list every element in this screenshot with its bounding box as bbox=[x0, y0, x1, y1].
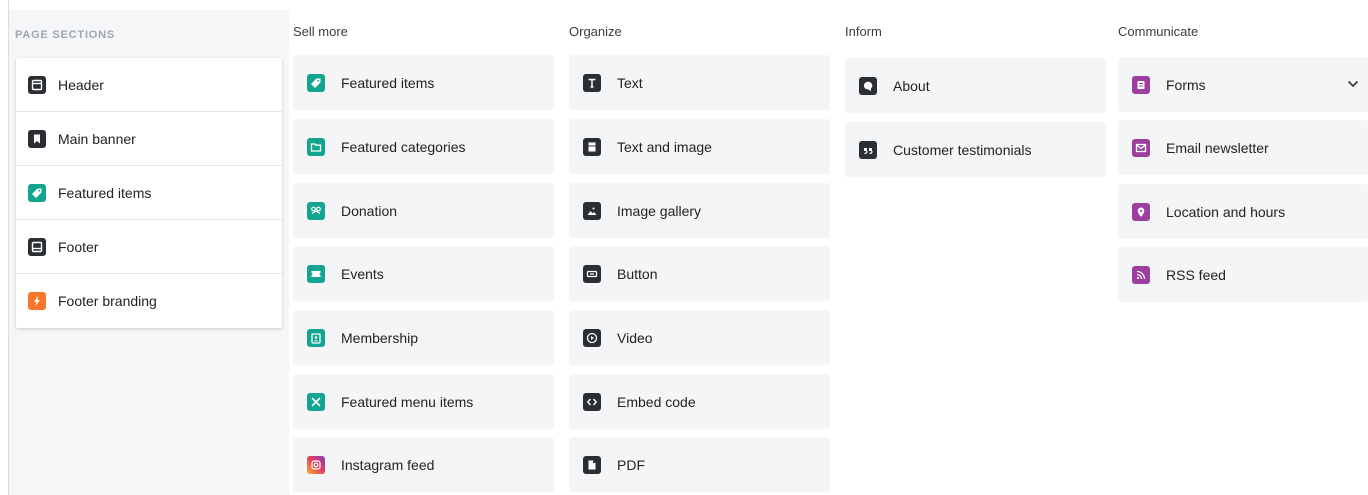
play-icon bbox=[583, 328, 601, 347]
text-icon bbox=[583, 73, 601, 92]
tile-forms[interactable]: Forms bbox=[1118, 57, 1368, 112]
section-item-label: Featured items bbox=[58, 184, 152, 201]
tile-email-newsletter[interactable]: Email newsletter bbox=[1118, 120, 1368, 175]
tile-featured-categories[interactable]: Featured categories bbox=[293, 119, 554, 174]
column-title-organize: Organize bbox=[569, 24, 622, 39]
tag-icon bbox=[307, 73, 325, 92]
tile-label: Email newsletter bbox=[1166, 139, 1269, 156]
button-icon bbox=[583, 264, 601, 283]
tile-label: Location and hours bbox=[1166, 203, 1286, 220]
column-title-communicate: Communicate bbox=[1118, 24, 1199, 39]
tile-location-and-hours[interactable]: Location and hours bbox=[1118, 184, 1368, 239]
donation-icon bbox=[307, 201, 325, 220]
tile-label: Button bbox=[617, 265, 658, 282]
tile-label: Customer testimonials bbox=[893, 141, 1032, 158]
tile-label: Video bbox=[617, 329, 653, 346]
code-icon bbox=[583, 392, 601, 411]
tile-featured-items[interactable]: Featured items bbox=[293, 55, 554, 110]
mail-icon bbox=[1132, 138, 1150, 157]
section-item-label: Header bbox=[58, 76, 104, 93]
tile-membership[interactable]: Membership bbox=[293, 310, 554, 365]
tile-label: Featured categories bbox=[341, 138, 466, 155]
page-sections-heading: PAGE SECTIONS bbox=[15, 29, 116, 41]
tile-featured-menu-items[interactable]: Featured menu items bbox=[293, 374, 554, 429]
tile-label: Embed code bbox=[617, 393, 696, 410]
header-icon bbox=[28, 75, 46, 94]
tile-video[interactable]: Video bbox=[569, 310, 830, 365]
column-title-sell-more: Sell more bbox=[293, 24, 348, 39]
tile-donation[interactable]: Donation bbox=[293, 183, 554, 238]
tile-label: Forms bbox=[1166, 76, 1206, 93]
image-icon bbox=[583, 201, 601, 220]
section-item-featured-items[interactable]: Featured items bbox=[16, 166, 282, 220]
tile-button[interactable]: Button bbox=[569, 246, 830, 301]
page-sections-panel: PAGE SECTIONS Header Main banner Feature… bbox=[9, 10, 289, 495]
tile-label: RSS feed bbox=[1166, 266, 1226, 283]
section-item-header[interactable]: Header bbox=[16, 58, 282, 112]
section-item-footer-branding[interactable]: Footer branding bbox=[16, 274, 282, 328]
tile-label: Image gallery bbox=[617, 202, 702, 219]
tile-label: Membership bbox=[341, 329, 419, 346]
tile-label: Instagram feed bbox=[341, 456, 435, 473]
tile-about[interactable]: About bbox=[845, 58, 1106, 113]
tile-label: Featured menu items bbox=[341, 393, 474, 410]
tile-instagram-feed[interactable]: Instagram feed bbox=[293, 437, 554, 492]
section-item-footer[interactable]: Footer bbox=[16, 220, 282, 274]
tile-pdf[interactable]: PDF bbox=[569, 437, 830, 492]
tile-customer-testimonials[interactable]: Customer testimonials bbox=[845, 122, 1106, 177]
tile-label: Text bbox=[617, 74, 643, 91]
quote-icon bbox=[859, 140, 877, 159]
column-title-inform: Inform bbox=[845, 24, 882, 39]
ticket-icon bbox=[307, 264, 325, 283]
text-image-icon bbox=[583, 137, 601, 156]
bookmark-icon bbox=[28, 129, 46, 148]
utensils-icon bbox=[307, 392, 325, 411]
tile-label: Donation bbox=[341, 202, 398, 219]
lightning-icon bbox=[28, 292, 46, 310]
section-item-label: Footer branding bbox=[58, 293, 157, 309]
tile-label: Text and image bbox=[617, 138, 712, 155]
location-icon bbox=[1132, 202, 1150, 221]
tile-rss-feed[interactable]: RSS feed bbox=[1118, 247, 1368, 302]
page-sections-list: Header Main banner Featured items Footer… bbox=[16, 58, 282, 328]
tile-label: About bbox=[893, 77, 930, 94]
rss-icon bbox=[1132, 265, 1150, 284]
section-item-main-banner[interactable]: Main banner bbox=[16, 112, 282, 166]
tile-events[interactable]: Events bbox=[293, 246, 554, 301]
section-item-label: Footer bbox=[58, 238, 99, 255]
chevron-down-icon[interactable] bbox=[1346, 77, 1360, 91]
tile-label: Events bbox=[341, 265, 384, 282]
badge-icon bbox=[307, 328, 325, 347]
file-icon bbox=[583, 455, 601, 474]
instagram-icon bbox=[307, 455, 325, 474]
tile-label: Featured items bbox=[341, 74, 435, 91]
tile-image-gallery[interactable]: Image gallery bbox=[569, 183, 830, 238]
tile-text[interactable]: Text bbox=[569, 55, 830, 110]
section-item-label: Main banner bbox=[58, 130, 136, 147]
tile-label: PDF bbox=[617, 456, 645, 473]
folder-icon bbox=[307, 137, 325, 156]
footer-icon bbox=[28, 237, 46, 256]
tile-embed-code[interactable]: Embed code bbox=[569, 374, 830, 429]
tile-text-and-image[interactable]: Text and image bbox=[569, 119, 830, 174]
tag-icon bbox=[28, 183, 46, 202]
form-icon bbox=[1132, 75, 1150, 94]
chat-icon bbox=[859, 76, 877, 95]
